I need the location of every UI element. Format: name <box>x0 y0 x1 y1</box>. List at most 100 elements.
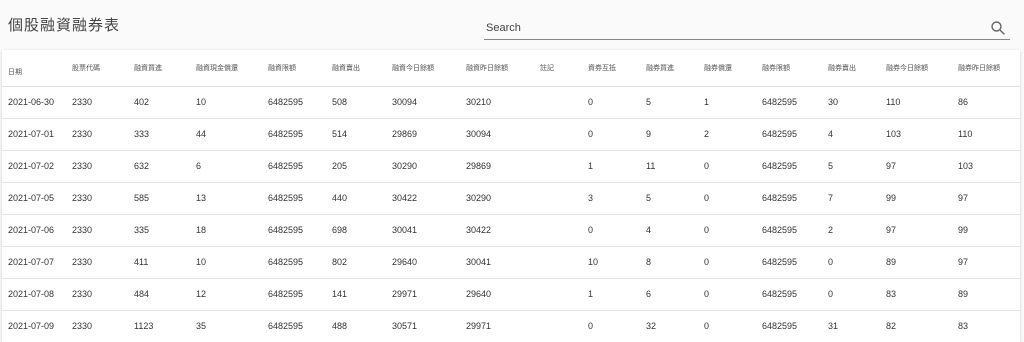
table-cell: 6482595 <box>262 118 326 151</box>
table-cell: 0 <box>582 86 640 119</box>
date-cell: 2021-07-07 <box>2 246 66 279</box>
table-cell: 5 <box>640 86 698 119</box>
table-cell: 802 <box>326 246 386 279</box>
table-row: 2021-07-01 2330 333 44 6482595 514 29869 30094 0… <box>2 118 1020 151</box>
table-cell: 89 <box>880 246 952 279</box>
table-cell: 6482595 <box>756 150 822 183</box>
table-cell: 6482595 <box>262 278 326 311</box>
column-header[interactable]: 股票代碼 <box>66 50 128 87</box>
table-cell: 97 <box>880 214 952 247</box>
table-cell: 97 <box>952 182 1020 215</box>
date-cell: 2021-06-30 <box>2 86 66 119</box>
column-header[interactable]: 融券賣出 <box>822 50 880 87</box>
table-cell: 1 <box>582 278 640 311</box>
table-cell: 30422 <box>386 182 460 215</box>
table-cell: 6 <box>190 150 262 183</box>
table-cell: 99 <box>880 182 952 215</box>
search-bar <box>484 16 1010 40</box>
table-cell <box>534 214 582 247</box>
table-cell: 8 <box>640 246 698 279</box>
column-header[interactable]: 融資買進 <box>128 50 190 87</box>
table-cell: 30290 <box>386 150 460 183</box>
table-cell: 6482595 <box>756 118 822 151</box>
table-cell: 4 <box>822 118 880 151</box>
table-cell: 0 <box>582 310 640 342</box>
table-cell: 30041 <box>386 214 460 247</box>
table-cell: 2330 <box>66 118 128 151</box>
table-header-row: 日期 股票代碼 融資買進 融資現金償還 融資限額 融資賣出 融資今日餘額 融資昨日餘額 註記 資券… <box>2 50 1020 87</box>
table-row: 2021-07-09 2330 1123 35 6482595 488 30571 29971… <box>2 310 1020 342</box>
table-cell: 6482595 <box>262 150 326 183</box>
column-header[interactable]: 融資賣出 <box>326 50 386 87</box>
table-cell: 30422 <box>460 214 534 247</box>
table-cell: 10 <box>190 246 262 279</box>
table-cell: 333 <box>128 118 190 151</box>
table-cell: 83 <box>952 310 1020 342</box>
table-cell: 7 <box>822 182 880 215</box>
table-cell: 103 <box>952 150 1020 183</box>
table-cell: 97 <box>880 150 952 183</box>
table-cell: 110 <box>952 118 1020 151</box>
table-cell: 97 <box>952 246 1020 279</box>
table-cell: 31 <box>822 310 880 342</box>
column-header[interactable]: 融券今日餘額 <box>880 50 952 87</box>
search-input[interactable] <box>484 16 964 40</box>
column-header[interactable]: 資券互抵 <box>582 50 640 87</box>
table-row: 2021-07-05 2330 585 13 6482595 440 30422 30290 3… <box>2 182 1020 215</box>
table-cell: 29640 <box>386 246 460 279</box>
table-cell: 411 <box>128 246 190 279</box>
table-cell: 0 <box>698 246 756 279</box>
table-cell: 632 <box>128 150 190 183</box>
table-cell: 35 <box>190 310 262 342</box>
table-row: 2021-07-06 2330 335 18 6482595 698 30041 30422 0… <box>2 214 1020 247</box>
table-cell: 0 <box>582 118 640 151</box>
table-cell: 6482595 <box>756 214 822 247</box>
table-cell: 5 <box>640 182 698 215</box>
table-cell: 0 <box>822 278 880 311</box>
table-cell: 484 <box>128 278 190 311</box>
table-cell: 29869 <box>386 118 460 151</box>
table-cell: 82 <box>880 310 952 342</box>
table-cell: 3 <box>582 182 640 215</box>
table-cell: 2330 <box>66 278 128 311</box>
date-cell: 2021-07-09 <box>2 310 66 342</box>
table-cell: 12 <box>190 278 262 311</box>
table-cell: 30094 <box>460 118 534 151</box>
margin-trading-table: 日期 股票代碼 融資買進 融資現金償還 融資限額 融資賣出 融資今日餘額 融資昨日餘額 註記 資券… <box>2 50 1020 342</box>
table-cell: 0 <box>698 310 756 342</box>
date-cell: 2021-07-06 <box>2 214 66 247</box>
table-cell: 30094 <box>386 86 460 119</box>
table-cell: 29971 <box>460 310 534 342</box>
column-header[interactable]: 融券限額 <box>756 50 822 87</box>
table-cell: 110 <box>880 86 952 119</box>
column-header[interactable]: 融資限額 <box>262 50 326 87</box>
column-header[interactable]: 融券昨日餘額 <box>952 50 1020 87</box>
column-header[interactable]: 融券償還 <box>698 50 756 87</box>
table-cell: 585 <box>128 182 190 215</box>
column-header[interactable]: 融資現金償還 <box>190 50 262 87</box>
table-cell: 18 <box>190 214 262 247</box>
search-icon[interactable] <box>990 20 1006 36</box>
column-header[interactable]: 融券買進 <box>640 50 698 87</box>
table-cell: 86 <box>952 86 1020 119</box>
table-cell: 0 <box>698 182 756 215</box>
table-cell: 13 <box>190 182 262 215</box>
table-cell: 141 <box>326 278 386 311</box>
table-cell: 2330 <box>66 246 128 279</box>
column-header[interactable]: 融資昨日餘額 <box>460 50 534 87</box>
table-cell: 32 <box>640 310 698 342</box>
column-header[interactable]: 註記 <box>534 50 582 87</box>
table-cell: 6 <box>640 278 698 311</box>
column-header[interactable]: 融資今日餘額 <box>386 50 460 87</box>
column-header[interactable]: 日期 <box>2 50 66 87</box>
table-cell <box>534 86 582 119</box>
table-row: 2021-07-07 2330 411 10 6482595 802 29640 30041 1… <box>2 246 1020 279</box>
table-cell <box>534 246 582 279</box>
table-cell: 0 <box>698 150 756 183</box>
table-cell: 89 <box>952 278 1020 311</box>
table-cell: 83 <box>880 278 952 311</box>
table-cell: 6482595 <box>262 246 326 279</box>
table-cell: 2 <box>822 214 880 247</box>
table-cell: 4 <box>640 214 698 247</box>
date-cell: 2021-07-08 <box>2 278 66 311</box>
